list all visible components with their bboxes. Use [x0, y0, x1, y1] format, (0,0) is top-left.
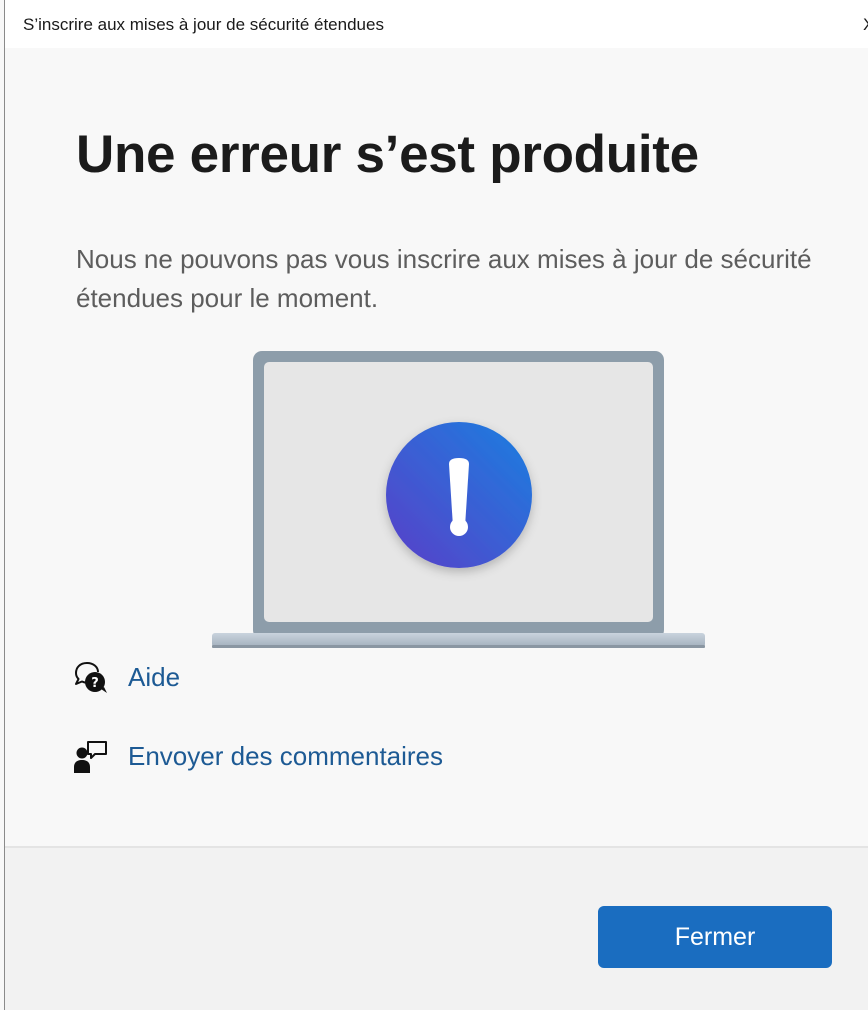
feedback-link[interactable]: Envoyer des commentaires [74, 736, 443, 776]
svg-text:?: ? [91, 676, 99, 691]
help-chat-icon: ? [75, 662, 107, 693]
error-message: Nous ne pouvons pas vous inscrire aux mi… [76, 244, 812, 313]
page-title: Une erreur s’est produite [76, 125, 699, 184]
close-button[interactable]: Fermer [598, 906, 832, 968]
laptop-error-illustration [212, 351, 705, 648]
close-icon[interactable]: X [863, 15, 868, 35]
dialog-window: S’inscrire aux mises à jour de sécurité … [0, 0, 868, 1010]
feedback-link-label[interactable]: Envoyer des commentaires [128, 741, 443, 772]
window-title: S’inscrire aux mises à jour de sécurité … [23, 15, 384, 34]
help-link[interactable]: ? Aide [74, 657, 180, 697]
feedback-person-icon [74, 741, 107, 773]
title-bar: S’inscrire aux mises à jour de sécurité … [5, 0, 868, 48]
help-link-label[interactable]: Aide [128, 662, 180, 693]
laptop-base [212, 633, 705, 647]
